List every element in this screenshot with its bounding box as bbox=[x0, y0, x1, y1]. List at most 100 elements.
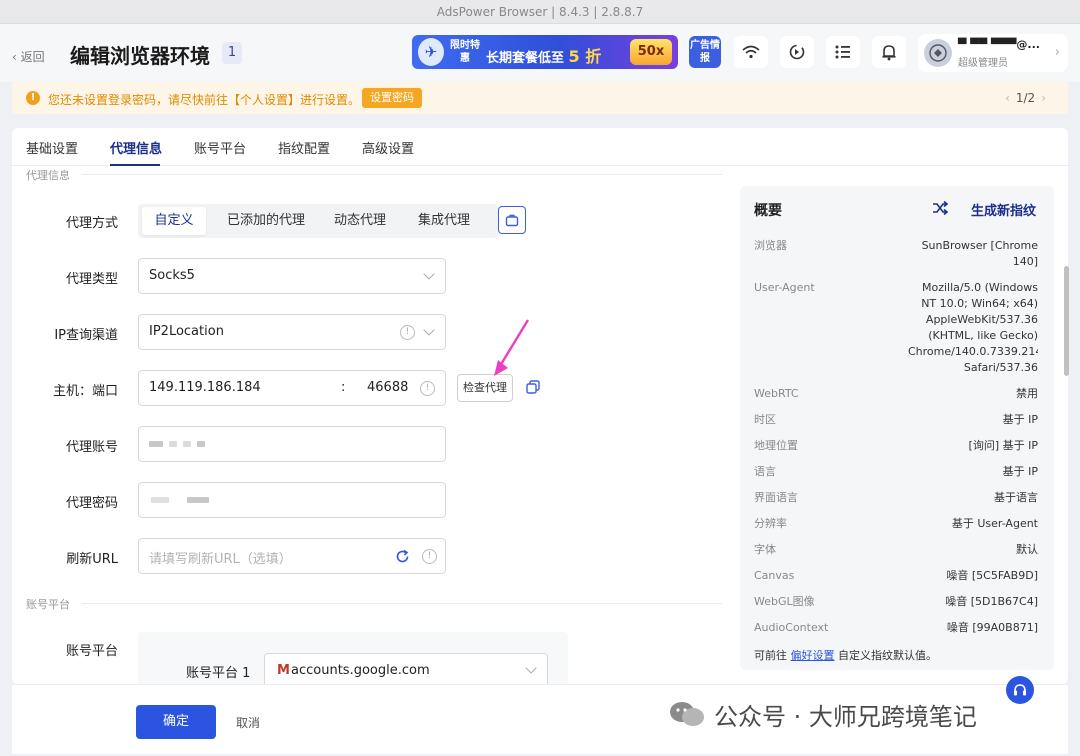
proxy-account-input[interactable] bbox=[138, 426, 446, 462]
pager-prev-icon[interactable]: ‹ bbox=[1005, 91, 1010, 105]
warning-icon: ! bbox=[26, 91, 40, 105]
confirm-button[interactable]: 确定 bbox=[136, 705, 216, 739]
copy-icon[interactable] bbox=[526, 380, 540, 394]
masked-text bbox=[169, 441, 177, 447]
proxy-type-select[interactable]: Socks5 bbox=[138, 258, 446, 294]
overview-row-key: 浏览器 bbox=[754, 239, 787, 252]
arrow-annotation-icon bbox=[494, 319, 530, 376]
generate-fingerprint-button[interactable]: 生成新指纹 bbox=[971, 200, 1036, 219]
overview-footnote: 可前往 偏好设置 自定义指纹默认值。 bbox=[740, 642, 1054, 670]
shuffle-icon[interactable] bbox=[932, 200, 948, 216]
tab-proxy[interactable]: 代理信息 bbox=[110, 138, 162, 157]
overview-row-value: Mozilla/5.0 (Windows NT 10.0; Win64; x64… bbox=[908, 281, 1038, 374]
rocket-icon: ✈ bbox=[418, 38, 444, 66]
ip-channel-label: IP查询渠道 bbox=[54, 328, 118, 343]
ip-channel-value: IP2Location bbox=[149, 324, 224, 339]
chevron-down-icon bbox=[423, 324, 435, 336]
masked-text bbox=[183, 441, 191, 447]
overview-row-value: 基于 IP bbox=[1002, 465, 1038, 478]
ad-intel-button[interactable]: 广告情报 bbox=[689, 36, 721, 68]
main-card: 基础设置 代理信息 账号平台 指纹配置 高级设置 代理信息 代理方式 自定义 已… bbox=[12, 128, 1068, 684]
proxy-password-label: 代理密码 bbox=[65, 496, 118, 511]
bag-icon[interactable] bbox=[498, 206, 526, 234]
platform-select[interactable]: M accounts.google.com bbox=[264, 653, 548, 684]
masked-text bbox=[151, 497, 169, 503]
overview-row: Canvas 噪音 [5C5FAB9D] bbox=[754, 568, 1038, 584]
section-divider bbox=[82, 174, 722, 175]
platform-item: 账号平台 1 M accounts.google.com bbox=[138, 632, 568, 684]
overview-row-key: 时区 bbox=[754, 413, 776, 426]
port-separator: : bbox=[341, 380, 346, 395]
overview-row: AudioContext 噪音 [99A0B871] bbox=[754, 620, 1038, 636]
overview-row-value: 噪音 [99A0B871] bbox=[946, 621, 1038, 634]
host-value[interactable]: 149.119.186.184 bbox=[149, 380, 261, 395]
footnote-suffix: 自定义指纹默认值。 bbox=[838, 649, 937, 662]
overview-row-key: Canvas bbox=[754, 569, 795, 582]
overview-row-key: WebGL图像 bbox=[754, 595, 815, 608]
user-name: ▀ ▀▀ ▀▀▀@... bbox=[958, 38, 1040, 51]
back-button[interactable]: ‹ 返回 bbox=[12, 48, 45, 65]
port-value[interactable]: 46688 bbox=[367, 380, 408, 395]
overview-row-key: 分辨率 bbox=[754, 517, 787, 530]
overview-row-value: 基于 IP bbox=[1002, 413, 1038, 426]
preferences-link[interactable]: 偏好设置 bbox=[791, 649, 835, 662]
user-role: 超级管理员 bbox=[958, 58, 1008, 69]
wifi-icon[interactable] bbox=[734, 36, 768, 68]
proxy-type-label: 代理类型 bbox=[65, 272, 118, 287]
proxy-mode-selector: 自定义 已添加的代理 动态代理 集成代理 bbox=[138, 204, 498, 238]
section-label-platform: 账号平台 bbox=[26, 598, 70, 611]
proxy-type-value: Socks5 bbox=[149, 268, 195, 283]
ip-channel-select[interactable]: IP2Location ! bbox=[138, 314, 446, 350]
overview-row-value: 噪音 [5C5FAB9D] bbox=[946, 569, 1038, 582]
overview-row-value: 默认 bbox=[1016, 543, 1038, 556]
info-icon[interactable]: ! bbox=[422, 549, 437, 564]
proxy-mode-saved[interactable]: 已添加的代理 bbox=[218, 207, 314, 235]
user-menu[interactable]: ▀ ▀▀ ▀▀▀@... 超级管理员 › bbox=[918, 34, 1068, 72]
set-password-button[interactable]: 设置密码 bbox=[362, 88, 422, 108]
cancel-button[interactable]: 取消 bbox=[236, 714, 260, 731]
tab-basic[interactable]: 基础设置 bbox=[26, 138, 78, 157]
bell-icon[interactable] bbox=[872, 36, 906, 68]
pager-next-icon[interactable]: › bbox=[1041, 91, 1046, 105]
sync-icon[interactable] bbox=[780, 36, 814, 68]
refresh-url-label: 刷新URL bbox=[66, 552, 118, 567]
overview-title: 概要 bbox=[754, 203, 782, 219]
overview-row: User-Agent Mozilla/5.0 (Windows NT 10.0; … bbox=[754, 280, 1038, 376]
tab-fingerprint[interactable]: 指纹配置 bbox=[278, 138, 330, 157]
refresh-icon[interactable] bbox=[395, 549, 410, 564]
tab-advanced[interactable]: 高级设置 bbox=[362, 138, 414, 157]
scrollbar-thumb[interactable] bbox=[1064, 266, 1069, 376]
support-headset-icon[interactable] bbox=[1006, 676, 1034, 704]
wechat-logo-icon bbox=[670, 702, 704, 726]
platform-value: accounts.google.com bbox=[291, 663, 430, 678]
proxy-mode-custom[interactable]: 自定义 bbox=[142, 207, 206, 235]
masked-text bbox=[197, 441, 205, 447]
proxy-mode-integrated[interactable]: 集成代理 bbox=[408, 207, 480, 235]
check-proxy-button[interactable]: 检查代理 bbox=[457, 374, 513, 402]
promo-banner[interactable]: ✈ 限时特惠 长期套餐低至 5 折 50x bbox=[412, 35, 678, 69]
info-icon[interactable]: ! bbox=[420, 381, 435, 396]
platform-item-label: 账号平台 1 bbox=[186, 666, 251, 681]
tab-platform[interactable]: 账号平台 bbox=[194, 138, 246, 157]
proxy-mode-dynamic[interactable]: 动态代理 bbox=[324, 207, 396, 235]
overview-row-key: WebRTC bbox=[754, 387, 799, 400]
overview-row-key: 字体 bbox=[754, 543, 776, 556]
app-header: ‹ 返回 编辑浏览器环境 1 ✈ 限时特惠 长期套餐低至 5 折 50x 广告情… bbox=[0, 24, 1080, 82]
refresh-url-input[interactable]: 请填写刷新URL（选填） ! bbox=[138, 538, 446, 574]
watermark-text: 公众号 · 大师兄跨境笔记 bbox=[714, 703, 977, 731]
promo-prefix: 长期套餐低至 bbox=[486, 51, 565, 66]
list-icon[interactable] bbox=[826, 36, 860, 68]
host-port-label: 主机：端口 bbox=[52, 384, 118, 399]
overview-row-key: 语言 bbox=[754, 465, 776, 478]
overview-row: 分辨率 基于 User-Agent bbox=[754, 516, 1038, 532]
info-icon[interactable]: ! bbox=[400, 325, 415, 340]
active-tab-indicator bbox=[110, 164, 160, 166]
chevron-down-icon bbox=[525, 662, 537, 674]
overview-row-key: User-Agent bbox=[754, 281, 815, 294]
proxy-password-input[interactable] bbox=[138, 482, 446, 518]
overview-row: 浏览器 SunBrowser [Chrome 140] bbox=[754, 238, 1038, 270]
proxy-account-label: 代理账号 bbox=[65, 440, 118, 455]
proxy-mode-label: 代理方式 bbox=[65, 216, 118, 231]
host-port-field[interactable]: 149.119.186.184 : 46688 ! bbox=[138, 370, 446, 406]
notice-pager: ‹ 1/2 › bbox=[999, 91, 1052, 105]
